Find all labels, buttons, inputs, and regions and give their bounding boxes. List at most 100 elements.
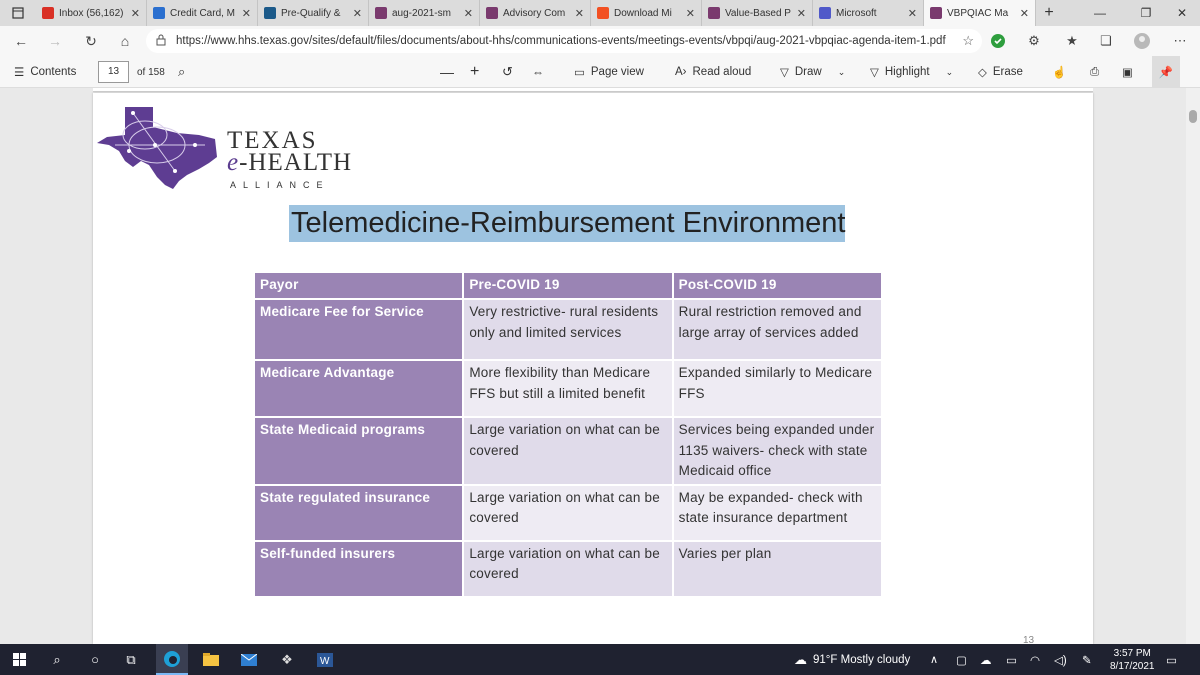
browser-tab[interactable]: Inbox (56,162) ✕: [36, 0, 147, 26]
table-row: Medicare Fee for Service Very restrictiv…: [252, 298, 884, 361]
weather-widget[interactable]: ☁ 91°F Mostly cloudy: [794, 644, 910, 675]
highlight-button[interactable]: ▽ Highlight ⌄: [870, 56, 953, 88]
word-icon[interactable]: W: [310, 644, 340, 675]
read-aloud-button[interactable]: A› Read aloud: [675, 56, 751, 88]
chevron-down-icon[interactable]: ⌄: [838, 67, 846, 78]
collections-icon[interactable]: ❏: [1098, 33, 1114, 49]
forward-icon[interactable]: →: [38, 33, 72, 49]
contents-button[interactable]: ☰ Contents: [14, 56, 76, 88]
profile-avatar[interactable]: [1134, 33, 1150, 49]
url-input[interactable]: https://www.hhs.texas.gov/sites/default/…: [146, 29, 982, 53]
browser-tab[interactable]: aug-2021-sm ✕: [369, 0, 480, 26]
close-window-button[interactable]: ✕: [1162, 0, 1200, 26]
page-total: of 158: [137, 66, 165, 78]
post-covid-cell: Services being expanded under 1135 waive…: [671, 416, 884, 486]
browser-tab[interactable]: Download Mi ✕: [591, 0, 702, 26]
browser-tab[interactable]: Value-Based P ✕: [702, 0, 813, 26]
zoom-out-icon[interactable]: —: [440, 56, 454, 88]
windows-start-icon[interactable]: [4, 644, 34, 675]
chevron-down-icon[interactable]: ⌄: [946, 67, 954, 78]
browser-tab[interactable]: Microsoft ✕: [813, 0, 924, 26]
favorites-icon[interactable]: ★: [1064, 33, 1080, 49]
erase-button[interactable]: ◇ Erase: [978, 56, 1023, 88]
vertical-scrollbar[interactable]: [1186, 88, 1200, 644]
mail-icon[interactable]: [234, 644, 264, 675]
windows-taskbar: ⌕ ○ ⧉ ❖ W ☁ 91°F Mostly cloudy ∧ ▢ ☁ ▭ ◠…: [0, 644, 1200, 675]
save-icon[interactable]: ▣: [1122, 56, 1133, 88]
tab-title: Advisory Com: [503, 7, 566, 19]
extensions-icon[interactable]: ⚙: [1026, 33, 1042, 49]
favorite-star-icon[interactable]: ☆: [962, 33, 974, 49]
onedrive-icon[interactable]: ☁: [980, 644, 992, 675]
svg-text:W: W: [320, 656, 330, 667]
page-view-button[interactable]: ▭ Page view: [574, 56, 644, 88]
url-text: https://www.hhs.texas.gov/sites/default/…: [176, 35, 946, 47]
battery-icon[interactable]: ▭: [1006, 644, 1017, 675]
table-row: Medicare Advantage More flexibility than…: [252, 359, 884, 418]
weather-text: 91°F Mostly cloudy: [813, 653, 911, 666]
new-tab-button[interactable]: +: [1036, 4, 1062, 22]
dropbox-icon[interactable]: ❖: [272, 644, 302, 675]
wifi-icon[interactable]: ◠: [1030, 644, 1040, 675]
close-tab-icon[interactable]: ✕: [908, 7, 917, 20]
tab-actions-icon[interactable]: [0, 0, 36, 26]
reimbursement-table: Payor Pre-COVID 19 Post-COVID 19 Medicar…: [252, 271, 884, 598]
tab-title: VBPQIAC Ma: [947, 7, 1009, 19]
volume-icon[interactable]: ◁): [1054, 644, 1067, 675]
cortana-icon[interactable]: ○: [80, 644, 110, 675]
close-tab-icon[interactable]: ✕: [242, 7, 251, 20]
tab-title: Inbox (56,162): [59, 7, 124, 19]
highlight-icon: ▽: [870, 67, 879, 79]
clock[interactable]: 3:57 PM 8/17/2021: [1110, 644, 1155, 675]
pen-icon[interactable]: ✎: [1082, 644, 1092, 675]
extension-check-icon[interactable]: [990, 33, 1006, 49]
contents-label: Contents: [30, 66, 77, 78]
pre-covid-cell: More flexibility than Medicare FFS but s…: [462, 359, 674, 418]
zoom-in-icon[interactable]: +: [470, 56, 479, 88]
close-tab-icon[interactable]: ✕: [464, 7, 473, 20]
home-icon[interactable]: ⌂: [108, 33, 142, 49]
notifications-icon[interactable]: ▭: [1166, 644, 1177, 675]
eraser-icon: ◇: [978, 67, 987, 79]
page-number-input[interactable]: 13: [98, 61, 129, 83]
scrollbar-thumb[interactable]: [1189, 110, 1197, 123]
pin-toolbar-icon[interactable]: 📌: [1152, 56, 1180, 88]
minimize-button[interactable]: —: [1080, 0, 1120, 26]
fit-page-icon[interactable]: ⇔: [532, 56, 544, 88]
close-tab-icon[interactable]: ✕: [797, 7, 806, 20]
table-header-row: Payor Pre-COVID 19 Post-COVID 19: [252, 271, 884, 300]
close-tab-icon[interactable]: ✕: [686, 7, 695, 20]
pre-covid-cell: Large variation on what can be covered: [462, 483, 674, 542]
clock-time: 3:57 PM: [1113, 647, 1151, 659]
close-tab-icon[interactable]: ✕: [575, 7, 584, 20]
back-icon[interactable]: ←: [4, 33, 38, 49]
search-icon[interactable]: ⌕: [42, 644, 72, 675]
close-tab-icon[interactable]: ✕: [353, 7, 362, 20]
print-icon[interactable]: ⎙: [1090, 56, 1099, 88]
more-menu-icon[interactable]: ⋯: [1172, 33, 1188, 49]
browser-tab[interactable]: Credit Card, M ✕: [147, 0, 258, 26]
close-tab-icon[interactable]: ✕: [1020, 7, 1029, 20]
list-icon: ☰: [14, 67, 25, 79]
rotate-icon[interactable]: ↺: [502, 56, 513, 88]
file-explorer-icon[interactable]: [196, 644, 226, 675]
meet-now-icon[interactable]: ▢: [956, 644, 967, 675]
browser-tab[interactable]: VBPQIAC Ma ✕: [924, 0, 1036, 26]
logo-text-ehealth: e-HEALTH: [227, 149, 352, 177]
chart-icon: [264, 7, 276, 19]
task-view-icon[interactable]: ⧉: [116, 644, 146, 675]
logo-e: e: [227, 149, 240, 176]
search-icon[interactable]: ⌕: [178, 56, 185, 88]
edge-browser-icon[interactable]: [156, 644, 188, 675]
page-view-icon: ▭: [574, 67, 585, 79]
pdf-icon: [375, 7, 387, 19]
chevron-up-icon[interactable]: ∧: [930, 644, 938, 675]
restore-button[interactable]: ❐: [1126, 0, 1166, 26]
refresh-icon[interactable]: ↻: [74, 33, 108, 50]
browser-tab[interactable]: Advisory Com ✕: [480, 0, 591, 26]
previous-page-edge: [93, 88, 1093, 92]
browser-tab[interactable]: Pre-Qualify & ✕: [258, 0, 369, 26]
close-tab-icon[interactable]: ✕: [131, 7, 140, 20]
draw-button[interactable]: ▽ Draw ⌄: [780, 56, 845, 88]
touch-icon[interactable]: ☝: [1052, 56, 1066, 88]
